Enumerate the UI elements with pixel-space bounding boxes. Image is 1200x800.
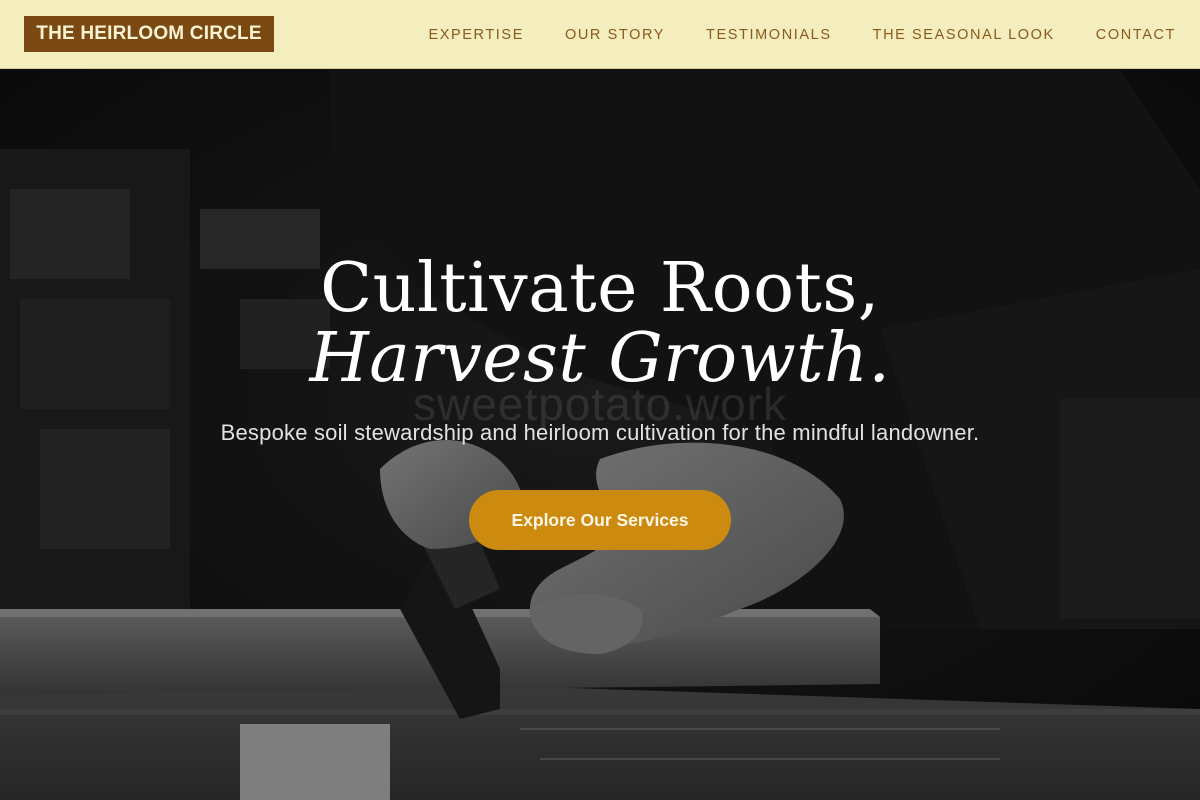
main-nav: EXPERTISE OUR STORY TESTIMONIALS THE SEA… [387,0,1176,69]
nav-link-expertise[interactable]: EXPERTISE [428,27,524,43]
nav-link-our-story[interactable]: OUR STORY [565,27,665,43]
site-logo[interactable]: THE HEIRLOOM CIRCLE [24,16,274,52]
nav-link-testimonials[interactable]: TESTIMONIALS [706,27,832,43]
nav-link-seasonal-look[interactable]: THE SEASONAL LOOK [873,27,1055,43]
hero-section: Cultivate Roots, Harvest Growth. sweetpo… [0,69,1200,800]
nav-link-contact[interactable]: CONTACT [1096,27,1176,43]
site-header: THE HEIRLOOM CIRCLE EXPERTISE OUR STORY … [0,0,1200,69]
hero-headline-line1: Cultivate Roots, [320,249,880,328]
explore-services-button[interactable]: Explore Our Services [469,490,731,550]
hero-subtitle: Bespoke soil stewardship and heirloom cu… [220,420,980,445]
